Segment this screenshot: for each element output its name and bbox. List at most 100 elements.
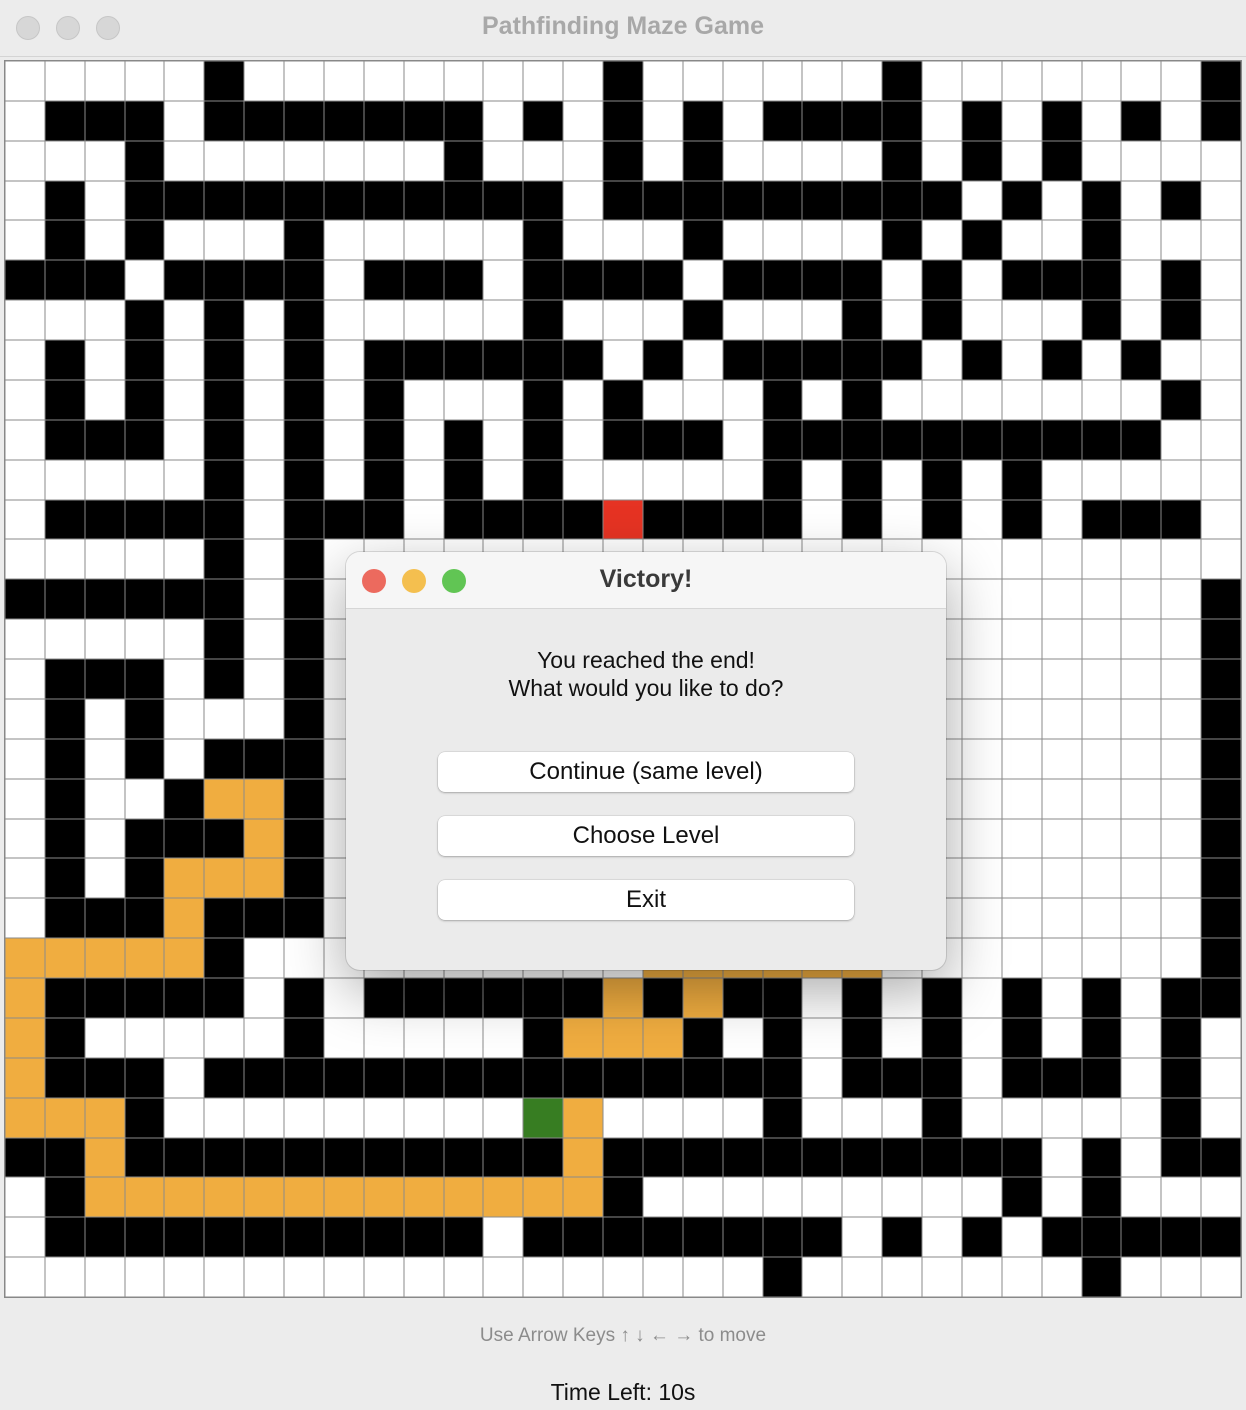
maze-open-cell	[44, 61, 85, 101]
maze-wall-cell	[922, 300, 962, 341]
continue-button[interactable]: Continue (same level)	[438, 752, 854, 792]
maze-wall-cell	[204, 938, 245, 979]
maze-path-cell	[244, 858, 285, 899]
maze-wall-cell	[204, 1217, 245, 1258]
maze-open-cell	[961, 698, 1002, 739]
maze-open-cell	[722, 61, 763, 101]
exit-button[interactable]: Exit	[438, 880, 854, 920]
maze-open-cell	[802, 978, 843, 1018]
maze-wall-cell	[682, 1057, 723, 1098]
maze-wall-cell	[443, 1137, 484, 1178]
maze-open-cell	[363, 61, 404, 101]
maze-open-cell	[164, 140, 205, 181]
maze-wall-cell	[164, 818, 205, 859]
maze-open-cell	[802, 1017, 843, 1058]
maze-wall-cell	[84, 419, 125, 460]
maze-open-cell	[1121, 1257, 1162, 1297]
maze-open-cell	[244, 938, 285, 979]
maze-wall-cell	[1081, 978, 1122, 1018]
maze-open-cell	[1121, 260, 1162, 301]
maze-wall-cell	[642, 1217, 683, 1258]
maze-wall-cell	[802, 100, 843, 141]
maze-open-cell	[642, 1257, 683, 1297]
maze-open-cell	[483, 140, 524, 181]
maze-open-cell	[961, 938, 1002, 979]
maze-wall-cell	[483, 340, 524, 380]
maze-open-cell	[722, 140, 763, 181]
maze-open-cell	[1121, 180, 1162, 221]
maze-open-cell	[603, 300, 643, 341]
maze-open-cell	[1121, 1177, 1162, 1218]
maze-open-cell	[1161, 419, 1202, 460]
maze-open-cell	[1041, 1137, 1082, 1178]
choose-level-button[interactable]: Choose Level	[438, 816, 854, 856]
maze-open-cell	[882, 379, 923, 420]
maze-open-cell	[1201, 499, 1241, 540]
maze-wall-cell	[882, 419, 923, 460]
maze-open-cell	[682, 340, 723, 380]
maze-wall-cell	[443, 260, 484, 301]
maze-wall-cell	[642, 1137, 683, 1178]
maze-open-cell	[1161, 1257, 1202, 1297]
maze-open-cell	[1001, 698, 1042, 739]
maze-wall-cell	[961, 1137, 1002, 1178]
maze-wall-cell	[603, 379, 643, 420]
maze-wall-cell	[762, 1217, 803, 1258]
maze-open-cell	[244, 579, 285, 620]
maze-wall-cell	[722, 1057, 763, 1098]
maze-wall-cell	[961, 220, 1002, 261]
maze-wall-cell	[882, 100, 923, 141]
maze-open-cell	[5, 340, 45, 380]
maze-wall-cell	[204, 978, 245, 1018]
maze-wall-cell	[44, 778, 85, 819]
maze-path-cell	[5, 1097, 45, 1138]
maze-wall-cell	[403, 340, 444, 380]
maze-wall-cell	[882, 1217, 923, 1258]
maze-wall-cell	[204, 180, 245, 221]
maze-wall-cell	[204, 738, 245, 779]
maze-path-cell	[204, 1177, 245, 1218]
maze-open-cell	[563, 180, 604, 221]
maze-wall-cell	[44, 738, 85, 779]
maze-wall-cell	[403, 1217, 444, 1258]
maze-wall-cell	[284, 858, 324, 899]
maze-wall-cell	[363, 340, 404, 380]
maze-open-cell	[1041, 579, 1082, 620]
maze-open-cell	[1121, 978, 1162, 1018]
maze-wall-cell	[682, 419, 723, 460]
maze-open-cell	[1041, 61, 1082, 101]
maze-path-cell	[164, 898, 205, 939]
maze-open-cell	[802, 379, 843, 420]
maze-wall-cell	[842, 100, 883, 141]
maze-wall-cell	[1201, 619, 1241, 660]
maze-open-cell	[802, 459, 843, 500]
maze-open-cell	[642, 1097, 683, 1138]
maze-open-cell	[403, 379, 444, 420]
maze-open-cell	[5, 419, 45, 460]
maze-open-cell	[762, 61, 803, 101]
maze-open-cell	[5, 539, 45, 580]
maze-end-cell	[523, 1097, 564, 1138]
maze-wall-cell	[1161, 499, 1202, 540]
maze-open-cell	[1041, 978, 1082, 1018]
maze-open-cell	[403, 419, 444, 460]
maze-open-cell	[483, 1097, 524, 1138]
maze-wall-cell	[762, 1137, 803, 1178]
maze-open-cell	[5, 140, 45, 181]
maze-open-cell	[1041, 778, 1082, 819]
maze-path-cell	[84, 938, 125, 979]
maze-open-cell	[882, 1097, 923, 1138]
maze-wall-cell	[164, 260, 205, 301]
maze-open-cell	[244, 1097, 285, 1138]
maze-open-cell	[1081, 898, 1122, 939]
maze-open-cell	[164, 61, 205, 101]
maze-open-cell	[124, 619, 165, 660]
maze-open-cell	[1001, 220, 1042, 261]
maze-open-cell	[244, 61, 285, 101]
maze-open-cell	[1001, 1257, 1042, 1297]
maze-open-cell	[1001, 140, 1042, 181]
maze-wall-cell	[44, 220, 85, 261]
maze-open-cell	[84, 180, 125, 221]
maze-wall-cell	[882, 61, 923, 101]
maze-wall-cell	[164, 499, 205, 540]
